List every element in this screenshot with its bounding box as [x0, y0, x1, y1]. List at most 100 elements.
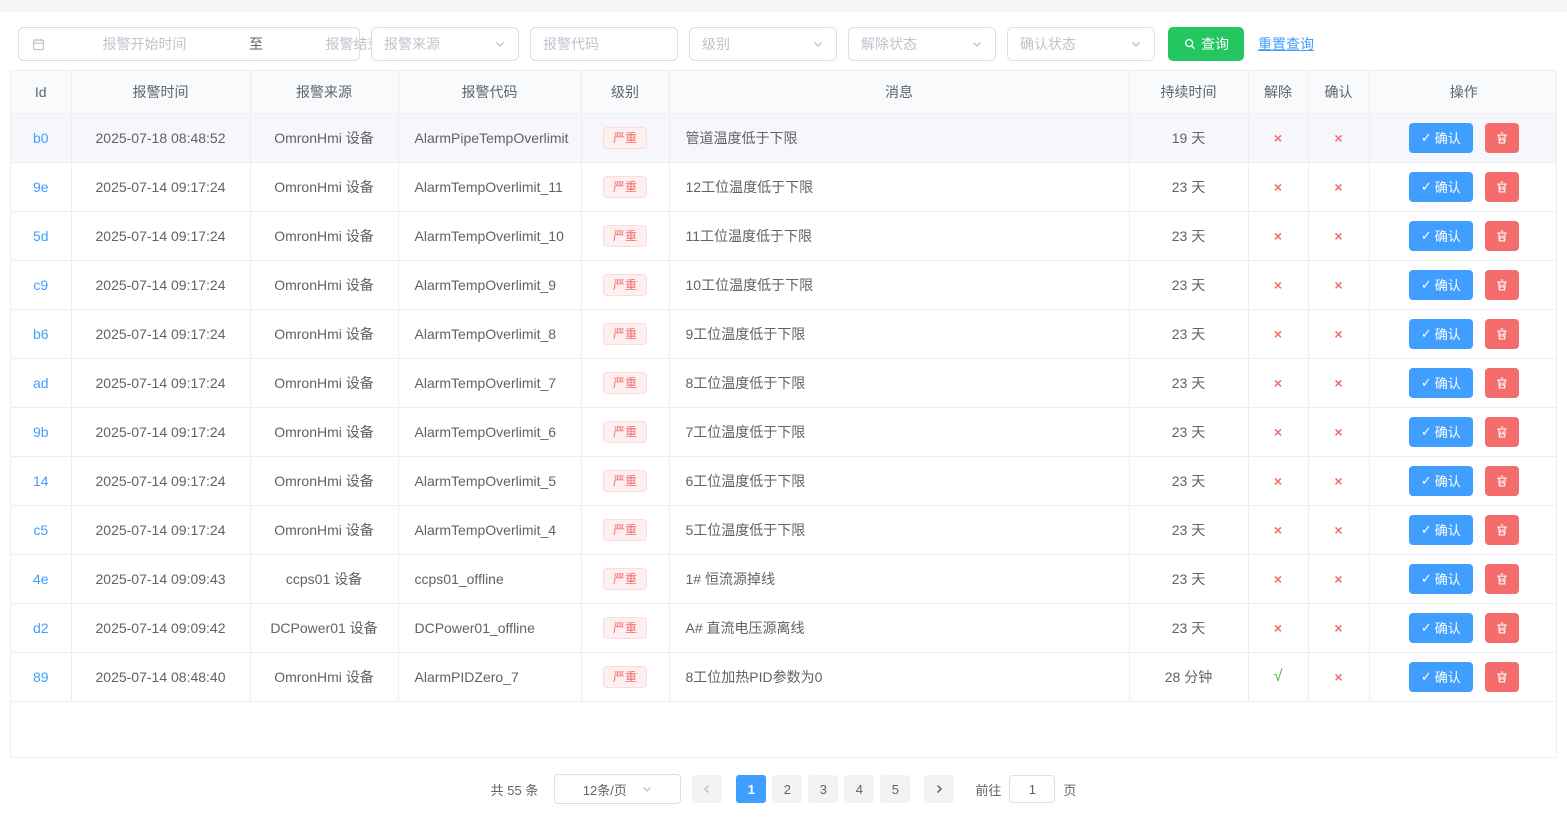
alarm-time: 2025-07-14 09:17:24 [71, 358, 250, 407]
delete-button[interactable] [1485, 613, 1519, 643]
delete-button[interactable] [1485, 172, 1519, 202]
top-strip [0, 0, 1567, 12]
alarm-code: AlarmTempOverlimit_11 [398, 162, 581, 211]
acked-mark: × [1334, 424, 1342, 440]
cleared-mark: × [1274, 522, 1282, 538]
delete-button[interactable] [1485, 221, 1519, 251]
next-page-button[interactable] [924, 775, 954, 803]
page-button-3[interactable]: 3 [808, 775, 838, 803]
delete-button[interactable] [1485, 368, 1519, 398]
chevron-down-icon [1130, 38, 1142, 50]
delete-button[interactable] [1485, 270, 1519, 300]
alarm-duration: 23 天 [1129, 309, 1248, 358]
confirm-button[interactable]: ✓ 确认 [1409, 564, 1473, 594]
row-id-link[interactable]: c5 [33, 522, 48, 538]
alarm-code: ccps01_offline [398, 554, 581, 603]
query-button[interactable]: 查询 [1168, 27, 1244, 61]
acked-mark: × [1334, 669, 1342, 685]
confirm-button[interactable]: ✓ 确认 [1409, 466, 1473, 496]
alarm-duration: 28 分钟 [1129, 652, 1248, 701]
confirm-button[interactable]: ✓ 确认 [1409, 368, 1473, 398]
delete-button[interactable] [1485, 564, 1519, 594]
alarm-start-time-input[interactable] [54, 36, 235, 52]
alarm-message: 管道温度低于下限 [669, 113, 1129, 162]
confirm-button[interactable]: ✓ 确认 [1409, 270, 1473, 300]
level-badge: 严重 [603, 421, 647, 443]
goto-page-input[interactable] [1009, 775, 1055, 803]
calendar-icon [31, 37, 46, 52]
delete-button[interactable] [1485, 466, 1519, 496]
table-row: 14 2025-07-14 09:17:24 OmronHmi 设备 Alarm… [11, 456, 1557, 505]
column-header: 报警代码 [398, 71, 581, 113]
alarm-source-select[interactable]: 报警来源 [371, 27, 519, 61]
row-id-link[interactable]: d2 [33, 620, 49, 636]
level-badge: 严重 [603, 568, 647, 590]
level-badge: 严重 [603, 225, 647, 247]
row-id-link[interactable]: b0 [33, 130, 49, 146]
alarm-message: 8工位加热PID参数为0 [669, 652, 1129, 701]
page-size-value: 12条/页 [583, 780, 627, 799]
alarm-time: 2025-07-14 09:09:42 [71, 603, 250, 652]
delete-button[interactable] [1485, 123, 1519, 153]
confirm-button[interactable]: ✓ 确认 [1409, 662, 1473, 692]
confirm-button-label: 确认 [1435, 667, 1461, 686]
row-id-link[interactable]: 9e [33, 179, 49, 195]
row-id-link[interactable]: 5d [33, 228, 49, 244]
delete-button[interactable] [1485, 417, 1519, 447]
confirm-button[interactable]: ✓ 确认 [1409, 123, 1473, 153]
confirm-button-label: 确认 [1435, 471, 1461, 490]
row-id-link[interactable]: 14 [33, 473, 49, 489]
delete-button[interactable] [1485, 515, 1519, 545]
page-button-4[interactable]: 4 [844, 775, 874, 803]
page-button-5[interactable]: 5 [880, 775, 910, 803]
table-row: c5 2025-07-14 09:17:24 OmronHmi 设备 Alarm… [11, 505, 1557, 554]
ack-status-placeholder: 确认状态 [1020, 34, 1076, 54]
level-badge: 严重 [603, 176, 647, 198]
row-id-link[interactable]: b6 [33, 326, 49, 342]
confirm-button[interactable]: ✓ 确认 [1409, 221, 1473, 251]
alarm-code-input[interactable] [530, 27, 678, 61]
prev-page-button[interactable] [692, 775, 722, 803]
row-id-link[interactable]: c9 [33, 277, 48, 293]
ack-status-select[interactable]: 确认状态 [1007, 27, 1155, 61]
confirm-button-label: 确认 [1435, 128, 1461, 147]
confirm-button[interactable]: ✓ 确认 [1409, 515, 1473, 545]
page-button-1[interactable]: 1 [736, 775, 766, 803]
confirm-button[interactable]: ✓ 确认 [1409, 613, 1473, 643]
chevron-down-icon [641, 783, 653, 795]
table-row: b6 2025-07-14 09:17:24 OmronHmi 设备 Alarm… [11, 309, 1557, 358]
clear-status-select[interactable]: 解除状态 [848, 27, 996, 61]
alarm-level-select[interactable]: 级别 [689, 27, 837, 61]
row-id-link[interactable]: ad [33, 375, 49, 391]
alarm-code: AlarmPipeTempOverlimit [398, 113, 581, 162]
level-badge: 严重 [603, 519, 647, 541]
page-size-select[interactable]: 12条/页 [554, 774, 681, 804]
page-button-2[interactable]: 2 [772, 775, 802, 803]
confirm-button[interactable]: ✓ 确认 [1409, 417, 1473, 447]
row-id-link[interactable]: 9b [33, 424, 49, 440]
trash-icon [1495, 327, 1509, 341]
date-range-picker[interactable]: 至 [18, 27, 360, 61]
trash-icon [1495, 180, 1509, 194]
cleared-mark: × [1274, 179, 1282, 195]
column-header: Id [11, 71, 71, 113]
acked-mark: × [1334, 228, 1342, 244]
alarm-message: 12工位温度低于下限 [669, 162, 1129, 211]
delete-button[interactable] [1485, 662, 1519, 692]
row-id-link[interactable]: 89 [33, 669, 49, 685]
alarm-table-body: b0 2025-07-18 08:48:52 OmronHmi 设备 Alarm… [11, 113, 1557, 701]
delete-button[interactable] [1485, 319, 1519, 349]
goto-label: 前往 [975, 780, 1001, 799]
confirm-button[interactable]: ✓ 确认 [1409, 319, 1473, 349]
column-header: 持续时间 [1129, 71, 1248, 113]
confirm-button-label: 确认 [1435, 569, 1461, 588]
row-id-link[interactable]: 4e [33, 571, 49, 587]
reset-query-link[interactable]: 重置查询 [1258, 34, 1314, 54]
level-badge: 严重 [603, 127, 647, 149]
acked-mark: × [1334, 326, 1342, 342]
alarm-message: A# 直流电压源离线 [669, 603, 1129, 652]
confirm-button[interactable]: ✓ 确认 [1409, 172, 1473, 202]
trash-icon [1495, 621, 1509, 635]
cleared-mark: × [1274, 620, 1282, 636]
alarm-duration: 23 天 [1129, 162, 1248, 211]
